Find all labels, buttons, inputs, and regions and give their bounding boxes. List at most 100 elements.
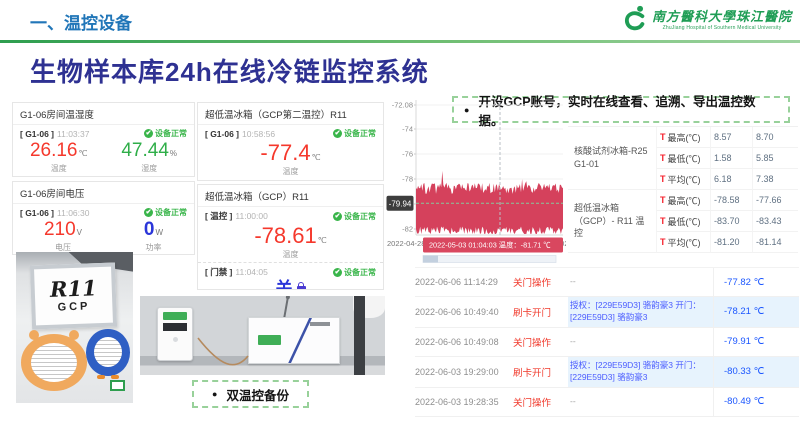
log-row: 2022-06-03 19:29:00刷卡开门授权：[229E59D3] 骆韵豪… — [415, 357, 799, 388]
log-detail: 授权：[229E59D3] 骆韵豪3 开门：[229E59D3] 骆韵豪3 — [568, 297, 713, 327]
svg-text:-79.94: -79.94 — [389, 199, 412, 208]
metric-power: 0W 功率 — [144, 220, 163, 253]
card-title: 超低温冰箱（GCP）R11 — [198, 185, 383, 207]
sensor-time: 10:58:56 — [242, 129, 275, 139]
svg-text:-76: -76 — [402, 150, 413, 159]
card-title: 超低温冰箱（GCP第二温控）R11 — [198, 103, 383, 125]
green-label-sticker — [110, 380, 125, 391]
stats-group: 超低温冰箱（GCP）- R11 温控T最高(℃)-78.58-77.66 T最低(… — [568, 190, 798, 253]
log-row: 2022-06-06 10:49:08关门操作---79.91 ℃ — [415, 328, 799, 357]
stat-value: -81.20 — [710, 232, 752, 253]
cat-sticker — [21, 334, 88, 391]
stat-label: T平均(℃) — [656, 232, 710, 253]
stat-label: T最高(℃) — [656, 127, 710, 148]
svg-text:-72.08: -72.08 — [392, 101, 413, 110]
svg-text:-82: -82 — [402, 225, 413, 234]
check-icon: ✔ — [333, 129, 342, 138]
door-tag: [ 门禁 ] — [205, 266, 232, 278]
log-row: 2022-06-03 19:28:35关门操作---80.49 ℃ — [415, 388, 799, 417]
log-temperature: -80.49 ℃ — [713, 388, 799, 416]
log-detail: -- — [568, 328, 713, 356]
log-time: 2022-06-03 19:29:00 — [415, 367, 513, 377]
log-temperature: -79.91 ℃ — [713, 328, 799, 356]
stat-label: T最高(℃) — [656, 190, 710, 211]
log-temperature: -80.33 ℃ — [713, 357, 799, 387]
log-detail: -- — [568, 388, 713, 416]
device-name: 核酸试剂冰箱-R25 G1-01 — [568, 127, 656, 190]
log-time: 2022-06-06 10:49:40 — [415, 307, 513, 317]
stat-value: -83.70 — [710, 211, 752, 232]
stat-value: 6.18 — [710, 169, 752, 190]
hospital-name-cn: 南方醫科大學珠江醫院 — [652, 11, 792, 24]
log-operation: 刷卡开门 — [513, 305, 568, 319]
card-room-temp-humidity: G1-06房间温湿度 [ G1-06 ] 11:03:37 ✔ 设备正常 26.… — [12, 102, 195, 177]
status-badge: ✔ 设备正常 — [333, 267, 376, 278]
log-temperature: -77.82 ℃ — [713, 268, 799, 296]
slide: 一、温控设备 南方醫科大學珠江醫院 ZhuJiang Hospital of S… — [0, 0, 800, 428]
log-row: 2022-06-06 10:49:40刷卡开门授权：[229E59D3] 骆韵豪… — [415, 297, 799, 328]
metric-temperature: -78.61℃ 温度 — [254, 224, 326, 260]
header-divider — [0, 40, 800, 43]
check-icon: ✔ — [333, 212, 342, 221]
log-detail: -- — [568, 268, 713, 296]
log-operation: 关门操作 — [513, 335, 568, 349]
lock-icon — [297, 286, 306, 290]
stat-value: -78.58 — [710, 190, 752, 211]
section-title: 一、温控设备 — [30, 9, 132, 34]
temperature-history-chart: -72.08-74-76-78-80-82-79.942022-04-28 02… — [386, 100, 566, 264]
stat-label: T最低(℃) — [656, 211, 710, 232]
check-icon: ✔ — [144, 129, 153, 138]
hospital-logo-icon — [623, 4, 647, 37]
log-operation: 关门操作 — [513, 395, 568, 409]
log-operation: 关门操作 — [513, 275, 568, 289]
stat-value: -81.14 — [752, 232, 798, 253]
card-title: G1-06房间温湿度 — [13, 103, 194, 125]
log-detail: 授权：[229E59D3] 骆韵豪3 开门：[229E59D3] 骆韵豪3 — [568, 357, 713, 387]
sign-text-gcp: GCP — [58, 301, 91, 314]
hospital-logo: 南方醫科大學珠江醫院 ZhuJiang Hospital of Southern… — [623, 4, 792, 37]
stat-value: 8.57 — [710, 127, 752, 148]
callout-dual-monitor-backup: ● 双温控备份 — [192, 380, 309, 408]
sensor-cable — [140, 296, 385, 375]
photo-monitor-devices — [140, 296, 385, 375]
stat-label: T最低(℃) — [656, 148, 710, 169]
bullet-icon: ● — [212, 389, 217, 399]
sensor-tag: [ 温控 ] — [205, 210, 232, 222]
metric-temperature: -77.4℃ 温度 — [260, 141, 320, 177]
stats-group: 核酸试剂冰箱-R25 G1-01T最高(℃)8.578.70 T最低(℃)1.58… — [568, 127, 798, 190]
stat-value: 7.38 — [752, 169, 798, 190]
metric-humidity: 47.44% 湿度 — [121, 141, 177, 174]
stat-value: 8.70 — [752, 127, 798, 148]
check-icon: ✔ — [144, 208, 153, 217]
check-icon: ✔ — [333, 268, 342, 277]
stat-value: 1.58 — [710, 148, 752, 169]
log-operation: 刷卡开门 — [513, 365, 568, 379]
status-badge: ✔ 设备正常 — [333, 211, 376, 222]
door-event-log-table: 2022-06-06 11:14:29关门操作---77.82 ℃2022-06… — [415, 267, 799, 417]
stat-value: -77.66 — [752, 190, 798, 211]
photo-freezer-front: R11 GCP — [16, 252, 133, 403]
log-row: 2022-06-06 11:14:29关门操作---77.82 ℃ — [415, 268, 799, 297]
card-title: G1-06房间电压 — [13, 182, 194, 204]
status-badge: ✔ 设备正常 — [144, 207, 187, 218]
hospital-name-en: ZhuJiang Hospital of Southern Medical Un… — [663, 26, 782, 31]
stat-value: -83.43 — [752, 211, 798, 232]
stat-label: T平均(℃) — [656, 169, 710, 190]
device-name: 超低温冰箱（GCP）- R11 温控 — [568, 190, 656, 253]
svg-text:2022-05-03 01:04:03 温度：-81.71: 2022-05-03 01:04:03 温度：-81.71 ℃ — [429, 241, 551, 250]
callout-backup-text: 双温控备份 — [226, 385, 289, 404]
sensor-time: 11:06:30 — [57, 208, 89, 218]
log-temperature: -78.21 ℃ — [713, 297, 799, 327]
card-room-voltage: G1-06房间电压 [ G1-06 ] 11:06:30 ✔ 设备正常 210V… — [12, 181, 195, 255]
metric-voltage: 210V 电压 — [44, 220, 82, 253]
card-freezer-second-monitor: 超低温冰箱（GCP第二温控）R11 [ G1-06 ] 10:58:56 ✔ 设… — [197, 102, 384, 181]
log-time: 2022-06-06 10:49:08 — [415, 337, 513, 347]
sign-text-r11: R11 — [50, 278, 97, 301]
card-freezer-gcp: 超低温冰箱（GCP）R11 [ 温控 ] 11:00:00 ✔ 设备正常 -78… — [197, 184, 384, 290]
temperature-stats-table: 核酸试剂冰箱-R25 G1-01T最高(℃)8.578.70T最低(℃)1.58… — [568, 126, 798, 253]
stat-value: 5.85 — [752, 148, 798, 169]
log-time: 2022-06-06 11:14:29 — [415, 277, 513, 287]
sensor-time: 11:00:00 — [235, 211, 267, 221]
page-title: 生物样本库24h在线冷链监控系统 — [30, 52, 429, 89]
sensor-time: 11:03:37 — [57, 129, 89, 139]
